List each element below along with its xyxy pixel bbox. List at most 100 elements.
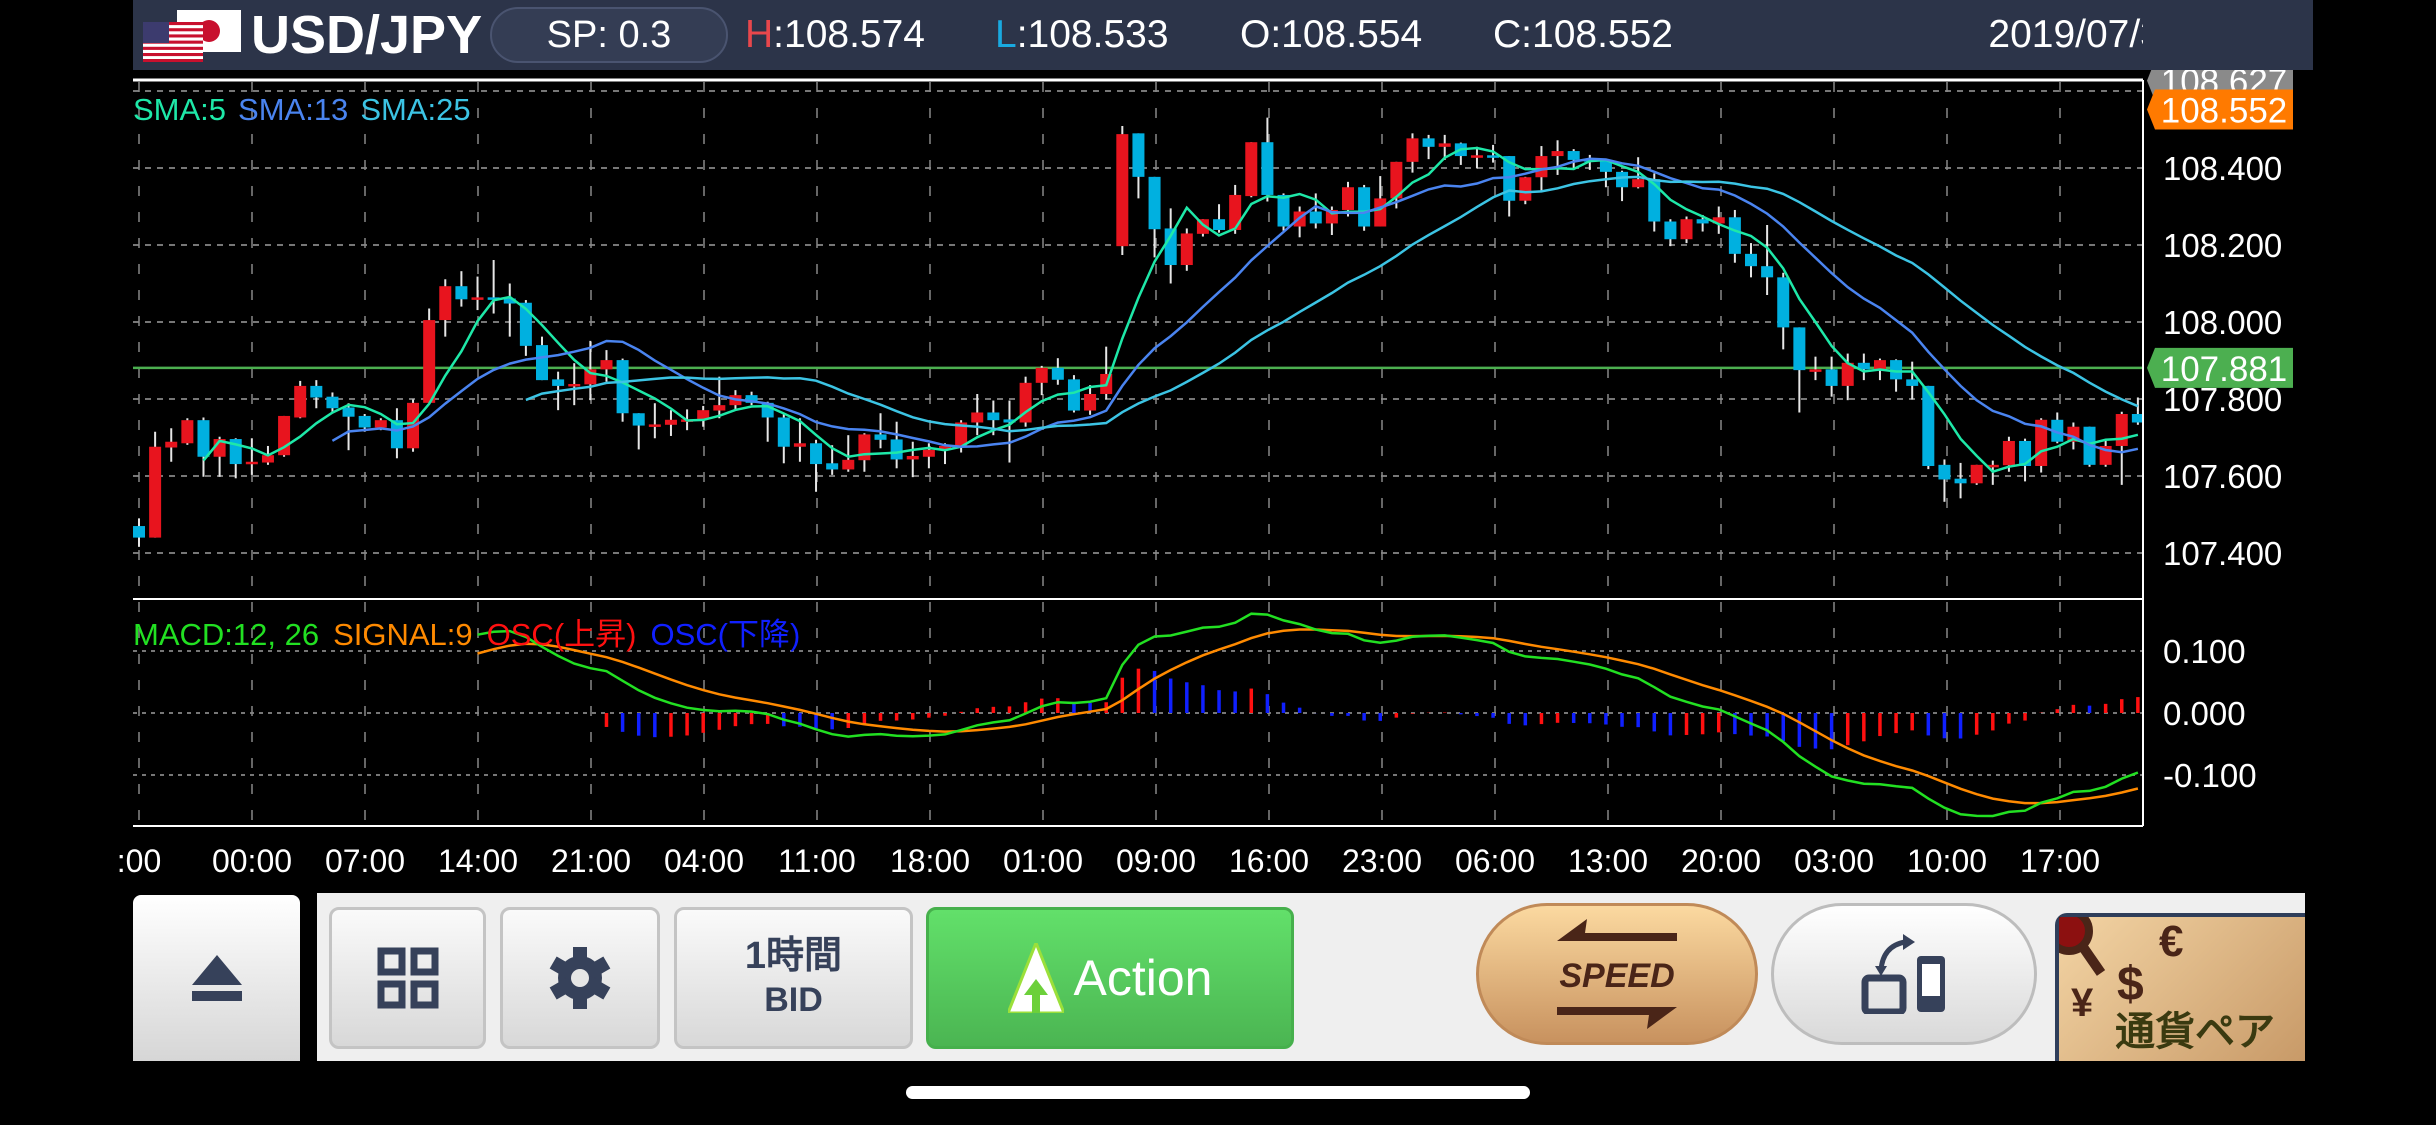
candle	[1777, 272, 1790, 350]
candle	[133, 518, 145, 547]
candle-body	[1777, 277, 1790, 328]
candle	[342, 403, 355, 451]
candle-body	[471, 297, 484, 300]
candle-body	[1680, 219, 1693, 240]
currency-pairs-label: 通貨ペア	[2115, 1010, 2275, 1054]
candle-body	[1051, 367, 1064, 380]
candle	[439, 279, 452, 337]
layout-button[interactable]	[329, 907, 486, 1049]
candle-body	[987, 412, 1000, 421]
candle-body	[2002, 440, 2015, 466]
candle	[1164, 208, 1177, 284]
candle-body	[1180, 233, 1193, 266]
sma13-legend: SMA:13	[238, 92, 348, 127]
collapse-toolbar-button[interactable]	[133, 895, 300, 1061]
candle-body	[1906, 379, 1919, 386]
candle	[1132, 133, 1145, 199]
candle	[294, 380, 307, 419]
candle	[1890, 359, 1903, 392]
macd-legend-label: MACD:12, 26	[133, 617, 319, 652]
candle	[1938, 459, 1951, 502]
gear-icon	[549, 947, 611, 1009]
chart-axes: :00 00:00 07:00 14:00 21:00 04:00 11:00 18:00 01…	[117, 0, 2313, 879]
candle	[1019, 376, 1032, 427]
candle-body	[1245, 142, 1258, 197]
candle	[1551, 140, 1564, 175]
candle-body	[294, 385, 307, 418]
candle	[1664, 219, 1677, 247]
candle-body	[165, 441, 178, 448]
candle-body	[1954, 478, 1967, 484]
y-tick-label: 108.200	[2163, 227, 2282, 264]
candle	[503, 283, 516, 337]
candle	[1567, 149, 1580, 169]
candle-body	[1438, 143, 1451, 147]
candle	[1358, 184, 1371, 231]
price-chart[interactable]: :00 00:00 07:00 14:00 21:00 04:00 11:00 18:00 01…	[0, 0, 2436, 892]
candle	[745, 391, 758, 406]
home-indicator[interactable]	[906, 1086, 1530, 1099]
macd-tick-label: 0.100	[2163, 633, 2246, 670]
x-tick-label: 18:00	[890, 843, 970, 879]
candle	[1261, 117, 1274, 202]
candle-body	[2115, 414, 2128, 446]
candle	[906, 441, 919, 478]
candle-body	[310, 385, 323, 398]
candle-body	[439, 286, 452, 321]
candle-body	[1551, 151, 1564, 157]
x-tick-label: 07:00	[325, 843, 405, 879]
candle	[1954, 462, 1967, 499]
price-pane	[133, 117, 2143, 547]
line-price-tag: 107.881	[2147, 347, 2293, 389]
rotate-screen-button[interactable]	[1771, 903, 2037, 1045]
candle-body	[713, 405, 726, 411]
candle-body	[1277, 194, 1290, 227]
candle-body	[664, 419, 677, 425]
candle	[1841, 353, 1854, 401]
y-tick-label: 107.600	[2163, 458, 2282, 495]
candle-body	[342, 407, 355, 417]
candle-body	[197, 420, 210, 457]
sma-legend: SMA:5 SMA:13 SMA:25	[133, 92, 471, 127]
sma5-legend: SMA:5	[133, 92, 226, 127]
macd-tick-label: -0.100	[2163, 757, 2257, 794]
candle-body	[149, 446, 162, 538]
candle	[197, 417, 210, 477]
x-tick-label: 00:00	[212, 843, 292, 879]
y-tick-label: 108.000	[2163, 304, 2282, 341]
timeframe-button[interactable]: 1時間 BID	[674, 907, 913, 1049]
settings-button[interactable]	[500, 907, 660, 1049]
candle-body	[890, 439, 903, 460]
speed-label: SPEED	[1559, 957, 1674, 995]
candle-body	[1519, 177, 1532, 201]
candle	[1825, 356, 1838, 397]
candle	[1180, 228, 1193, 271]
candle	[1857, 353, 1870, 381]
candle-body	[1632, 179, 1645, 188]
candle-body	[648, 424, 661, 427]
action-button[interactable]: Action	[926, 907, 1294, 1049]
candle-body	[1470, 155, 1483, 158]
x-tick-label: 17:00	[2020, 843, 2100, 879]
y-tick-label: 107.400	[2163, 535, 2282, 572]
candle-body	[358, 415, 371, 428]
currency-pairs-button[interactable]: € $ ¥ 通貨ペア	[2055, 913, 2305, 1061]
candle	[1712, 206, 1725, 234]
candle	[2099, 440, 2112, 467]
x-tick-label: 13:00	[1568, 843, 1648, 879]
candle-body	[1664, 221, 1677, 240]
candle-body	[1374, 198, 1387, 227]
candle-body	[552, 379, 565, 386]
candle-body	[133, 526, 145, 538]
candle	[2051, 412, 2064, 444]
candle-body	[632, 413, 645, 426]
candle	[1761, 224, 1774, 296]
candle-body	[1745, 253, 1757, 267]
speed-order-button[interactable]: SPEED	[1476, 903, 1758, 1045]
candle	[1051, 358, 1064, 385]
timeframe-label: 1時間	[744, 935, 843, 977]
x-tick-label: :00	[117, 843, 161, 879]
candle	[810, 439, 823, 492]
x-tick-label: 01:00	[1003, 843, 1083, 879]
osc-up-legend: OSC(上昇)	[487, 617, 637, 652]
